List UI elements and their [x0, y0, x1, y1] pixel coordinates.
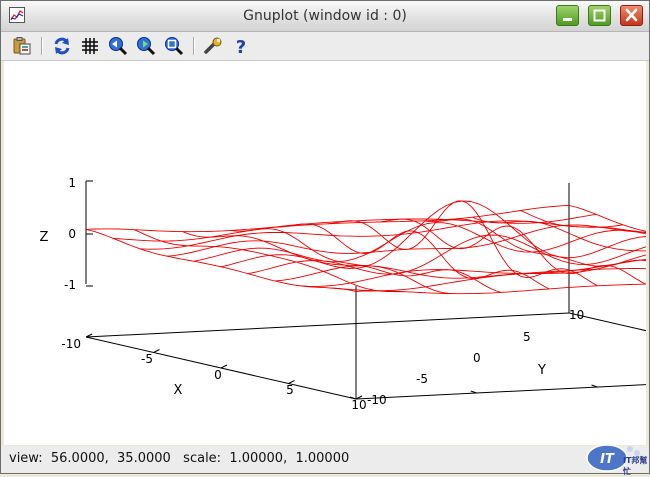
maximize-button[interactable]	[588, 5, 611, 26]
surface-mesh-line-y	[230, 228, 502, 293]
x-tick-label-2: 0	[214, 368, 222, 382]
zoom-autoscale-icon[interactable]	[164, 36, 184, 56]
zoom-previous-icon[interactable]	[108, 36, 128, 56]
surface-mesh-line-y	[182, 231, 453, 295]
base-edge-line	[568, 312, 650, 333]
toolbar-separator	[193, 37, 195, 55]
surface-plot[interactable]: 1 0 -1 -10 -5 0 5 10 -10 -5 0 5 10 X Y Z	[4, 61, 650, 445]
wrench-icon[interactable]	[203, 36, 223, 56]
close-button[interactable]	[620, 5, 643, 26]
surface-mesh-line-y	[279, 223, 550, 290]
surface-mesh-line-y	[472, 216, 650, 252]
help-icon[interactable]: ?	[231, 36, 251, 56]
plot-area[interactable]: 1 0 -1 -10 -5 0 5 10 -10 -5 0 5 10 X Y Z	[4, 61, 650, 445]
toolbar-separator	[41, 37, 43, 55]
surface-mesh-line-y	[520, 210, 650, 236]
y-axis-label: Y	[537, 363, 546, 378]
y-tick-label-3: 5	[523, 330, 531, 344]
svg-text:?: ?	[236, 37, 246, 56]
minimize-icon	[563, 18, 572, 21]
surface-mesh-line-x	[301, 258, 650, 287]
status-bar: view: 56.0000, 35.0000 scale: 1.00000, 1…	[1, 446, 649, 473]
z-tick-label-0: 1	[68, 176, 76, 190]
surface-mesh-line-x	[139, 220, 624, 250]
x-tick-label-1: -5	[141, 352, 153, 366]
close-icon	[625, 8, 638, 22]
x-tick-label-0: -10	[61, 337, 81, 351]
minimize-button[interactable]	[556, 5, 579, 26]
clipboard-icon[interactable]	[12, 36, 32, 56]
surface-mesh-line-y	[134, 229, 405, 293]
z-tick-label-1: 0	[68, 227, 76, 241]
z-axis-label: Z	[40, 230, 49, 245]
maximize-icon	[593, 9, 606, 22]
refresh-icon[interactable]	[52, 36, 72, 56]
grid-icon[interactable]	[80, 36, 100, 56]
y-axis-line	[85, 312, 570, 338]
base-edge-line	[355, 383, 650, 400]
x-axis-label: X	[174, 383, 183, 398]
toolbar: ?	[1, 32, 649, 61]
status-text: view: 56.0000, 35.0000 scale: 1.00000, 1…	[9, 451, 350, 466]
zoom-next-icon[interactable]	[136, 36, 156, 56]
x-tick-label-4: 10	[351, 398, 366, 412]
x-tick-mark	[153, 349, 160, 353]
window-title: Gnuplot (window id : 0)	[243, 8, 407, 24]
surface-mesh	[85, 200, 650, 295]
x-tick-label-3: 5	[286, 383, 294, 397]
y-tick-label-1: -5	[416, 372, 428, 386]
surface-mesh-line-x	[85, 204, 570, 233]
title-bar[interactable]: Gnuplot (window id : 0)	[1, 1, 649, 32]
gnuplot-window: Gnuplot (window id : 0) ? 1 0 -1 -10 -5 …	[0, 0, 650, 476]
y-tick-label-0: -10	[367, 393, 387, 407]
z-tick-label-2: -1	[64, 278, 76, 292]
y-tick-label-4: 10	[569, 308, 584, 322]
surface-mesh-line-x	[220, 200, 650, 269]
x-tick-mark	[220, 364, 228, 369]
y-tick-label-2: 0	[473, 351, 481, 365]
svg-text:IT: IT	[600, 452, 615, 467]
